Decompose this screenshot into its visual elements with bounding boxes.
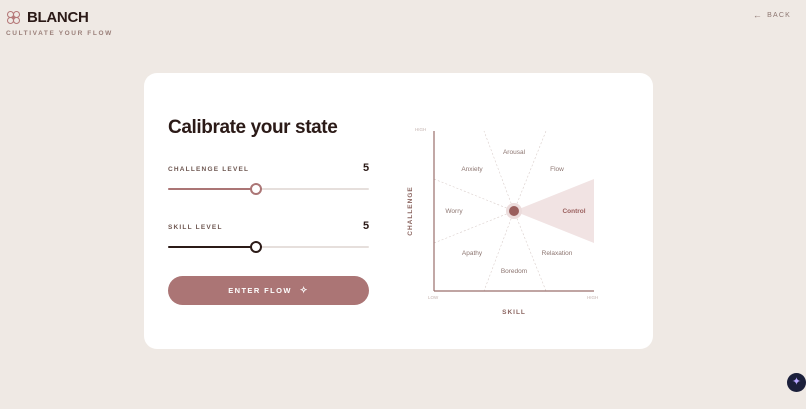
challenge-slider-fill <box>168 188 257 190</box>
brand-tagline: CULTIVATE YOUR FLOW <box>6 30 113 37</box>
flow-diagram: HIGH LOW HIGH SKILL CHALLENGE Arousal An… <box>407 127 598 316</box>
region-control: Control <box>562 208 585 215</box>
x-axis-high-label: HIGH <box>587 295 598 300</box>
challenge-slider[interactable] <box>168 183 369 195</box>
region-apathy: Apathy <box>462 250 483 257</box>
brand: BLANCH CULTIVATE YOUR FLOW <box>6 9 113 37</box>
back-label: BACK <box>767 11 791 19</box>
calibration-card: Calibrate your state CHALLENGE LEVEL 5 S… <box>144 73 653 349</box>
page-title: Calibrate your state <box>168 117 338 138</box>
challenge-level-value: 5 <box>363 162 370 174</box>
skill-slider-fill <box>168 246 257 248</box>
region-arousal: Arousal <box>503 149 526 156</box>
region-flow: Flow <box>550 166 564 173</box>
enter-flow-button[interactable]: ENTER FLOW ✧ <box>168 276 369 305</box>
region-relaxation: Relaxation <box>542 250 573 257</box>
region-worry: Worry <box>445 208 463 215</box>
challenge-slider-thumb[interactable] <box>250 183 263 195</box>
challenge-level-label: CHALLENGE LEVEL <box>168 166 250 173</box>
skill-slider-thumb[interactable] <box>250 241 263 253</box>
back-button[interactable]: ← BACK <box>753 10 791 20</box>
region-boredom: Boredom <box>501 268 527 275</box>
x-axis-low-label: LOW <box>428 295 439 300</box>
region-anxiety: Anxiety <box>461 166 483 173</box>
y-axis-title: CHALLENGE <box>407 186 414 235</box>
enter-flow-label: ENTER FLOW <box>228 286 292 295</box>
skill-level-value: 5 <box>363 220 370 232</box>
sparkle-hands-icon: ✧ <box>299 285 309 295</box>
sparkle-icon: ✦ <box>791 376 802 388</box>
y-axis-high-label: HIGH <box>415 127 426 132</box>
assistant-sparkle-button[interactable]: ✦ <box>787 373 806 392</box>
state-marker <box>509 206 519 216</box>
skill-level-label: SKILL LEVEL <box>168 224 223 231</box>
brand-name: BLANCH <box>27 9 89 26</box>
skill-slider[interactable] <box>168 241 369 253</box>
flower-logo-icon <box>6 10 21 25</box>
x-axis-title: SKILL <box>502 309 526 316</box>
arrow-left-icon: ← <box>752 10 764 20</box>
